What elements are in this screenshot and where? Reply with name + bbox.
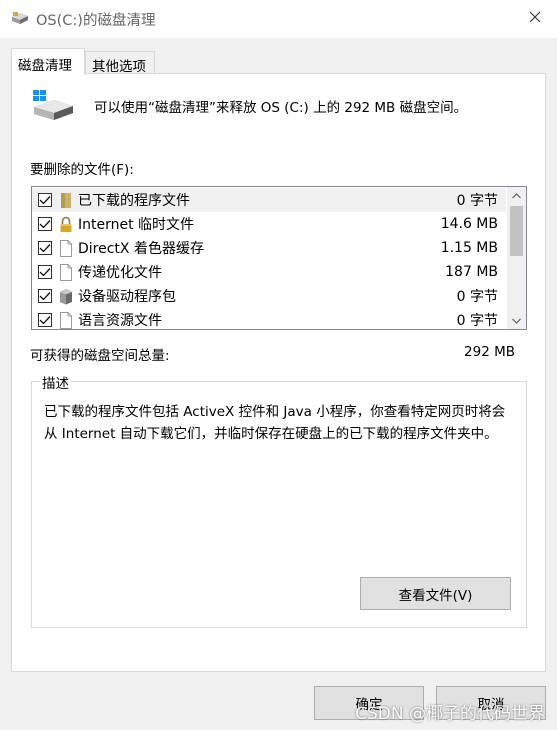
description-group: 描述 已下载的程序文件包括 ActiveX 控件和 Java 小程序，你查看特定… <box>31 372 527 628</box>
scroll-up-arrow-icon[interactable] <box>507 187 526 204</box>
blank-file-icon <box>59 311 73 329</box>
scroll-down-arrow-icon[interactable] <box>507 312 526 329</box>
description-text: 已下载的程序文件包括 ActiveX 控件和 Java 小程序，你查看特定网页时… <box>44 404 506 442</box>
file-size: 187 MB <box>445 264 498 280</box>
blank-file-icon <box>59 239 73 257</box>
window-title: OS(C:)的磁盘清理 <box>36 13 156 29</box>
file-name: 传递优化文件 <box>78 265 162 281</box>
file-name: 语言资源文件 <box>78 313 162 329</box>
title-bar: OS(C:)的磁盘清理 <box>0 0 557 38</box>
intro-text: 可以使用“磁盘清理”来释放 OS (C:) 上的 292 MB 磁盘空间。 <box>94 100 468 116</box>
file-size: 14.6 MB <box>440 216 498 232</box>
checkbox[interactable] <box>38 313 52 327</box>
file-size: 1.15 MB <box>440 240 498 256</box>
file-name: DirectX 着色器缓存 <box>78 241 204 257</box>
total-space-value: 292 MB <box>464 344 515 360</box>
tab-disk-cleanup[interactable]: 磁盘清理 <box>11 48 85 75</box>
watermark: CSDN @椰子的代码世界 <box>355 704 545 724</box>
disk-cleanup-app-icon <box>11 11 29 25</box>
list-item-downloaded-program-files[interactable]: 已下载的程序文件 0 字节 <box>32 188 506 212</box>
checkbox[interactable] <box>38 241 52 255</box>
checkbox[interactable] <box>38 265 52 279</box>
disk-drive-icon <box>32 89 76 125</box>
checkbox[interactable] <box>38 289 52 303</box>
vertical-scrollbar[interactable] <box>507 187 526 329</box>
tab-panel: 可以使用“磁盘清理”来释放 OS (C:) 上的 292 MB 磁盘空间。 要删… <box>11 73 546 672</box>
list-item-device-driver-packages[interactable]: 设备驱动程序包 0 字节 <box>32 284 506 308</box>
list-item-language-resource-files[interactable]: 语言资源文件 0 字节 <box>32 308 506 329</box>
driver-package-icon <box>59 288 73 305</box>
list-item-internet-temp-files[interactable]: Internet 临时文件 14.6 MB <box>32 212 506 236</box>
folder-icon <box>59 192 73 209</box>
scrollbar-thumb[interactable] <box>510 206 523 256</box>
total-space-label: 可获得的磁盘空间总量: <box>30 348 170 364</box>
tab-more-options[interactable]: 其他选项 <box>85 51 155 75</box>
file-size: 0 字节 <box>456 289 498 305</box>
list-item-delivery-optimization-files[interactable]: 传递优化文件 187 MB <box>32 260 506 284</box>
list-item-directx-shader-cache[interactable]: DirectX 着色器缓存 1.15 MB <box>32 236 506 260</box>
close-icon <box>529 11 541 27</box>
file-size: 0 字节 <box>456 193 498 209</box>
lock-icon <box>59 216 73 233</box>
view-files-button[interactable]: 查看文件(V) <box>360 577 511 610</box>
file-name: 已下载的程序文件 <box>78 193 190 209</box>
checkbox[interactable] <box>38 193 52 207</box>
file-size: 0 字节 <box>456 313 498 329</box>
file-name: Internet 临时文件 <box>78 217 195 233</box>
file-name: 设备驱动程序包 <box>78 289 176 305</box>
blank-file-icon <box>59 263 73 281</box>
description-legend: 描述 <box>40 372 71 392</box>
close-button[interactable] <box>513 0 557 38</box>
checkbox[interactable] <box>38 217 52 231</box>
files-listbox[interactable]: 已下载的程序文件 0 字节 Internet 临时文件 14.6 MB Dire… <box>31 186 527 330</box>
files-to-delete-label: 要删除的文件(F): <box>30 162 134 178</box>
